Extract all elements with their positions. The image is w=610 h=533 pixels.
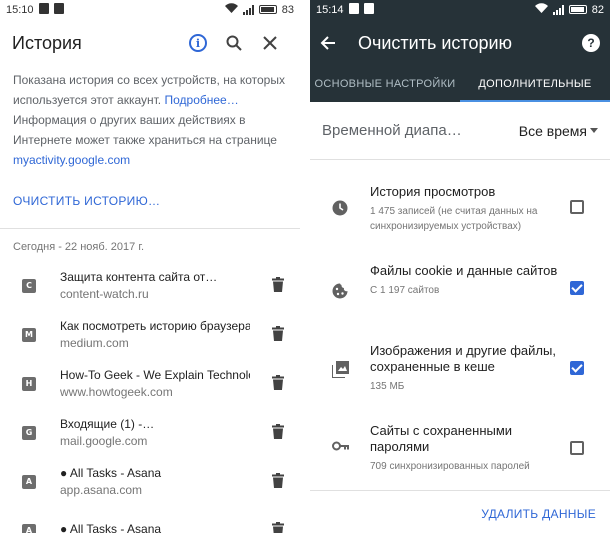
history-item[interactable]: M Как посмотреть историю браузера … medium…: [0, 310, 300, 359]
tab-bar: ОСНОВНЫЕ НАСТРОЙКИ ДОПОЛНИТЕЛЬНЫЕ: [310, 66, 610, 102]
status-time: 15:14: [316, 4, 344, 16]
history-item-title: ● All Tasks - Asana: [60, 466, 162, 480]
history-item[interactable]: A ● All Tasks - Asana app.asana.com: [0, 457, 300, 506]
battery-level: 82: [591, 3, 604, 16]
delete-icon[interactable]: [272, 326, 284, 346]
history-item[interactable]: H How-To Geek - We Explain Technology www.…: [0, 359, 300, 408]
help-icon[interactable]: ?: [582, 34, 600, 52]
images-icon: [332, 361, 349, 378]
history-screen: 15:10 83 История i Показана история со в…: [0, 0, 300, 533]
arrow-back-icon: [320, 36, 335, 50]
history-item-url: content-watch.ru: [60, 287, 149, 301]
checkbox-browsing-history[interactable]: [570, 200, 584, 214]
history-item[interactable]: C Защита контента сайта от… content-watch.…: [0, 261, 300, 310]
history-item-url: www.howtogeek.com: [60, 385, 173, 399]
clock-icon: [332, 200, 348, 216]
status-bar: 15:14 82: [310, 0, 610, 20]
delete-icon[interactable]: [272, 375, 284, 395]
site-favicon: A: [22, 523, 36, 533]
checkbox-cookies[interactable]: [570, 281, 584, 295]
checkbox-saved-passwords[interactable]: [570, 441, 584, 455]
history-item-title: Как посмотреть историю браузера …: [60, 319, 250, 333]
panel-divider: [300, 0, 310, 533]
info-icon: i: [189, 34, 207, 52]
history-item-url: medium.com: [60, 336, 129, 350]
history-item-title: Входящие (1) -…: [60, 417, 155, 431]
site-favicon: M: [22, 327, 36, 342]
battery-icon: [568, 5, 587, 14]
search-button[interactable]: [216, 25, 252, 61]
history-item-title: Защита контента сайта от…: [60, 270, 218, 284]
more-link[interactable]: Подробнее…: [164, 93, 238, 107]
tab-advanced[interactable]: ДОПОЛНИТЕЛЬНЫЕ: [460, 66, 610, 102]
myactivity-link[interactable]: myactivity.google.com: [13, 153, 130, 167]
notification-icon: [348, 3, 359, 17]
page-title: Очистить историю: [358, 32, 513, 53]
status-time: 15:10: [6, 4, 34, 16]
signal-icon: [552, 4, 564, 15]
wifi-icon: [224, 3, 238, 16]
history-item[interactable]: A ● All Tasks - Asana: [0, 506, 300, 533]
option-saved-passwords[interactable]: Сайты с сохраненными паролями 709 синхро…: [310, 423, 610, 481]
notification-icon: [38, 3, 49, 17]
history-item-url: mail.google.com: [60, 434, 148, 448]
battery-icon: [258, 5, 277, 14]
clear-history-button[interactable]: ОЧИСТИТЬ ИСТОРИЮ…: [0, 170, 300, 226]
history-item-title: How-To Geek - We Explain Technology: [60, 368, 250, 382]
back-button[interactable]: [320, 36, 336, 50]
delete-icon[interactable]: [272, 424, 284, 444]
battery-level: 83: [281, 3, 294, 16]
status-bar: 15:10 83: [0, 0, 300, 20]
site-favicon: C: [22, 278, 36, 293]
history-item-url: app.asana.com: [60, 483, 143, 497]
page-title: История: [12, 32, 82, 53]
checkbox-cached-images[interactable]: [570, 361, 584, 375]
delete-icon[interactable]: [272, 473, 284, 493]
history-item-title: ● All Tasks - Asana: [60, 522, 162, 533]
dropdown-caret-icon: [590, 128, 598, 133]
app-bar: История i: [0, 20, 300, 66]
delete-data-button[interactable]: УДАЛИТЬ ДАННЫЕ: [481, 507, 596, 521]
clear-history-screen: 15:14 82 Очистить историю ? ОСНОВНЫЕ НАС…: [310, 0, 610, 533]
option-browsing-history[interactable]: История просмотров 1 475 записей (не счи…: [310, 184, 610, 242]
app-bar: Очистить историю ?: [310, 20, 610, 66]
history-description: Показана история со всех устройств, на к…: [13, 73, 285, 167]
option-cached-images[interactable]: Изображения и другие файлы, сохраненные …: [310, 343, 610, 401]
history-list: C Защита контента сайта от… content-watch.…: [0, 261, 300, 533]
footer: УДАЛИТЬ ДАННЫЕ: [310, 490, 610, 533]
search-icon: [226, 35, 242, 51]
site-favicon: G: [22, 425, 36, 440]
upload-icon: [363, 3, 374, 17]
cookie-icon: [332, 283, 348, 299]
site-favicon: A: [22, 474, 36, 489]
close-icon: [263, 36, 277, 50]
upload-icon: [53, 3, 64, 17]
history-item[interactable]: G Входящие (1) -… mail.google.com: [0, 408, 300, 457]
date-header: Сегодня - 22 нояб. 2017 г.: [13, 241, 145, 253]
time-range-dropdown[interactable]: Все время: [519, 123, 598, 139]
wifi-icon: [534, 3, 548, 16]
tab-basic[interactable]: ОСНОВНЫЕ НАСТРОЙКИ: [310, 66, 460, 102]
time-range-row: Временной диапа… Все время: [310, 102, 610, 160]
time-range-label: Временной диапа…: [322, 122, 462, 139]
delete-icon[interactable]: [272, 522, 284, 533]
close-button[interactable]: [252, 25, 288, 61]
site-favicon: H: [22, 376, 36, 391]
info-button[interactable]: i: [180, 25, 216, 61]
signal-icon: [242, 4, 254, 15]
key-icon: [332, 441, 349, 451]
delete-icon[interactable]: [272, 277, 284, 297]
option-cookies[interactable]: Файлы cookie и данные сайтов С 1 197 сай…: [310, 263, 610, 321]
